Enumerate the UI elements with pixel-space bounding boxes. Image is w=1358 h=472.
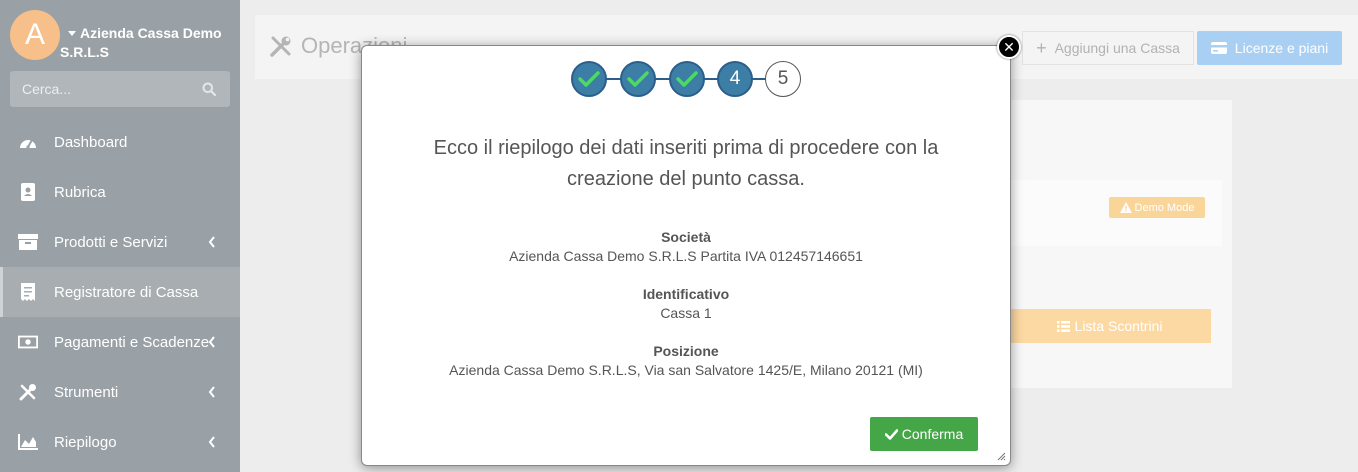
dialog-heading: Ecco il riepilogo dei dati inseriti prim… <box>361 133 1011 195</box>
field-value: Azienda Cassa Demo S.R.L.S, Via san Salv… <box>449 362 923 378</box>
chevron-left-icon <box>208 436 215 448</box>
field-label: Società <box>661 229 711 245</box>
sidebar-item-label: Riepilogo <box>54 433 117 451</box>
field-societa: Società Azienda Cassa Demo S.R.L.S Parti… <box>361 228 1011 266</box>
check-icon <box>676 71 698 87</box>
area-chart-icon <box>18 432 38 452</box>
chevron-left-icon <box>208 336 215 348</box>
warning-icon <box>1119 202 1132 213</box>
company-name-label: Azienda Cassa Demo S.R.L.S <box>60 25 222 60</box>
licenses-button[interactable]: Licenze e piani <box>1197 31 1342 65</box>
sidebar-item-prodotti[interactable]: Prodotti e Servizi <box>0 217 240 267</box>
money-icon <box>18 332 38 352</box>
sidebar-item-dashboard[interactable]: Dashboard <box>0 117 240 167</box>
sidebar-item-label: Registratore di Cassa <box>54 283 199 301</box>
check-icon <box>884 428 898 440</box>
check-icon <box>578 71 600 87</box>
licenses-button-label: Licenze e piani <box>1234 40 1329 56</box>
step-1-done[interactable] <box>571 61 607 97</box>
caret-down-icon <box>68 30 76 36</box>
plus-icon: + <box>1036 37 1047 58</box>
receipt-list-label: Lista Scontrini <box>1074 318 1163 334</box>
demo-badge-label: Demo Mode <box>1134 201 1195 214</box>
list-icon <box>1056 320 1070 332</box>
tools-icon <box>270 36 291 57</box>
sidebar: A Azienda Cassa Demo S.R.L.S Dashboard R… <box>0 0 240 472</box>
sidebar-item-riepilogo[interactable]: Riepilogo <box>0 417 240 467</box>
company-name[interactable]: Azienda Cassa Demo S.R.L.S <box>60 24 235 62</box>
search-input[interactable] <box>10 71 230 107</box>
search-icon[interactable] <box>202 82 216 96</box>
sidebar-item-label: Pagamenti e Scadenze <box>54 333 210 351</box>
resize-handle-icon[interactable] <box>997 452 1006 461</box>
heading-line-2: creazione del punto cassa. <box>567 168 805 190</box>
sidebar-item-rubrica[interactable]: Rubrica <box>0 167 240 217</box>
field-label: Identificativo <box>642 286 730 302</box>
receipt-list-button[interactable]: Lista Scontrini <box>1008 309 1211 343</box>
check-icon <box>627 71 649 87</box>
step-4-current[interactable]: 4 <box>717 61 753 97</box>
box-icon <box>18 232 38 252</box>
field-identificativo: Identificativo Cassa 1 <box>361 285 1011 323</box>
gauge-icon <box>18 132 38 152</box>
add-cash-register-button[interactable]: + Aggiungi una Cassa <box>1022 31 1194 65</box>
receipt-icon <box>18 282 38 302</box>
field-value: Azienda Cassa Demo S.R.L.S Partita IVA 0… <box>509 248 863 264</box>
step-3-done[interactable] <box>669 61 705 97</box>
sidebar-menu: Dashboard Rubrica Prodotti e Servizi Reg… <box>0 117 240 467</box>
chevron-left-icon <box>208 236 215 248</box>
confirm-button-label: Conferma <box>901 426 964 442</box>
close-icon[interactable]: ✕ <box>997 35 1021 59</box>
demo-mode-badge: Demo Mode <box>1109 197 1205 218</box>
sidebar-item-pagamenti[interactable]: Pagamenti e Scadenze <box>0 317 240 367</box>
field-posizione: Posizione Azienda Cassa Demo S.R.L.S, Vi… <box>361 342 1011 380</box>
confirm-button[interactable]: Conferma <box>870 417 978 451</box>
chevron-left-icon <box>208 386 215 398</box>
avatar[interactable]: A <box>10 10 60 60</box>
address-book-icon <box>18 182 38 202</box>
sidebar-item-label: Prodotti e Servizi <box>54 233 168 251</box>
field-value: Cassa 1 <box>660 305 712 321</box>
heading-line-1: Ecco il riepilogo dei dati inseriti prim… <box>433 137 939 159</box>
step-5-todo[interactable]: 5 <box>765 61 801 97</box>
wizard-steps: 4 5 <box>571 61 801 97</box>
sidebar-item-label: Rubrica <box>54 183 106 201</box>
field-label: Posizione <box>653 343 719 359</box>
step-2-done[interactable] <box>620 61 656 97</box>
search-box <box>10 71 230 107</box>
credit-card-icon <box>1210 42 1227 54</box>
sidebar-item-label: Dashboard <box>54 133 128 151</box>
sidebar-item-registratore[interactable]: Registratore di Cassa <box>0 267 240 317</box>
sidebar-item-label: Strumenti <box>54 383 119 401</box>
brand-block[interactable]: A Azienda Cassa Demo S.R.L.S <box>10 10 235 65</box>
tools-icon <box>18 382 38 402</box>
add-button-label: Aggiungi una Cassa <box>1054 40 1180 56</box>
sidebar-item-strumenti[interactable]: Strumenti <box>0 367 240 417</box>
